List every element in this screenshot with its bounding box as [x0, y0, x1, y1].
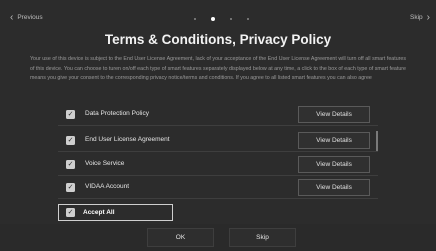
accept-all-label: Accept All [83, 209, 115, 216]
page-dot [230, 18, 232, 20]
page-title: Terms & Conditions, Privacy Policy [104, 32, 332, 47]
checkbox[interactable]: ✓ [66, 183, 75, 192]
previous-label: Previous [17, 14, 43, 21]
view-details-button[interactable]: View Details [298, 132, 370, 149]
page-dot-active [211, 17, 215, 21]
checkbox[interactable]: ✓ [66, 110, 75, 119]
previous-button[interactable]: ‹ Previous [10, 11, 43, 23]
list-item-label: Voice Service [85, 160, 125, 167]
view-details-button[interactable]: View Details [298, 179, 370, 196]
list-item-voice-service[interactable]: ✓ Voice Service View Details [58, 154, 378, 176]
skip-nav-button[interactable]: Skip › [410, 11, 430, 23]
page-dot [194, 18, 196, 20]
list-item-eula[interactable]: ✓ End User License Agreement View Detail… [58, 130, 378, 152]
list-item-vidaa-account[interactable]: ✓ VIDAA Account View Details [58, 177, 378, 199]
skip-button[interactable]: Skip [229, 228, 296, 247]
checkbox[interactable]: ✓ [66, 160, 75, 169]
view-details-button[interactable]: View Details [298, 156, 370, 173]
chevron-left-icon: ‹ [10, 11, 14, 23]
checkbox[interactable]: ✓ [66, 136, 75, 145]
list-item-data-protection[interactable]: ✓ Data Protection Policy View Details [58, 104, 378, 126]
view-details-button[interactable]: View Details [298, 106, 370, 123]
terms-description: Your use of this device is subject to th… [30, 56, 406, 82]
checkbox[interactable]: ✓ [66, 208, 75, 217]
chevron-right-icon: › [426, 11, 430, 23]
list-item-label: VIDAA Account [85, 183, 130, 190]
bottom-action-bar [0, 224, 436, 251]
top-navigation: ‹ Previous Skip › [0, 0, 436, 26]
page-indicator [194, 17, 249, 21]
page-dot [247, 18, 249, 20]
accept-all-option[interactable]: ✓ Accept All [58, 204, 173, 221]
list-scrollbar[interactable] [376, 131, 378, 151]
skip-nav-label: Skip [410, 14, 423, 21]
list-item-label: End User License Agreement [85, 136, 170, 143]
list-item-label: Data Protection Policy [85, 110, 149, 117]
ok-button[interactable]: OK [147, 228, 214, 247]
